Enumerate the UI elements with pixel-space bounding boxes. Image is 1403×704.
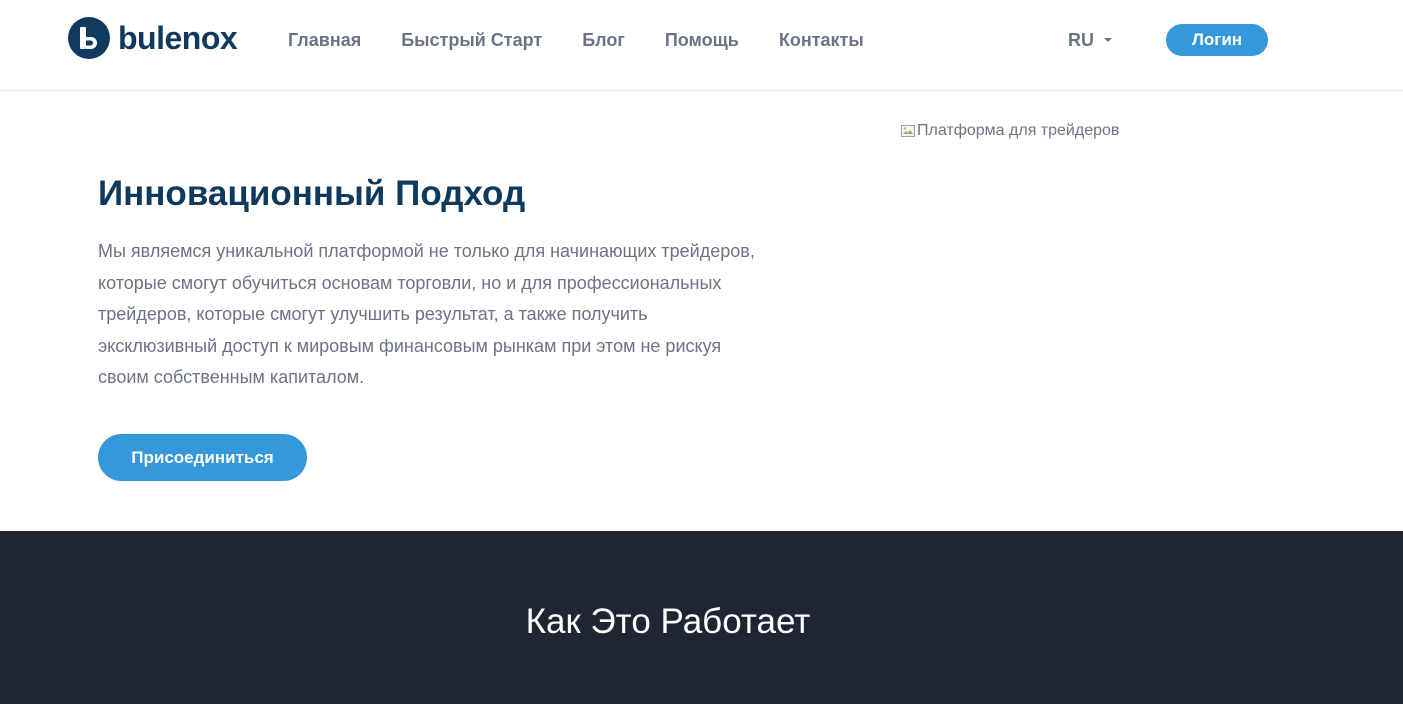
how-it-works-title: Как Это Работает [525,602,811,641]
broken-image-icon [901,125,915,137]
hero-title: Инновационный Подход [98,174,526,213]
join-button[interactable]: Присоединиться [98,434,307,481]
nav-item-home[interactable]: Главная [288,29,361,51]
nav-item-help[interactable]: Помощь [665,29,739,51]
how-it-works-section: Как Это Работает [0,531,1403,704]
language-selector[interactable]: RU [1068,29,1112,51]
nav-item-contacts[interactable]: Контакты [779,29,864,51]
nav-item-blog[interactable]: Блог [582,29,625,51]
main-nav: Главная Быстрый Старт Блог Помощь Контак… [288,29,904,51]
platform-image: Платформа для трейдеров [900,122,1119,140]
language-label: RU [1068,30,1094,50]
platform-image-alt: Платформа для трейдеров [917,122,1120,139]
hero-description: Мы являемся уникальной платформой не тол… [98,241,755,388]
caret-down-icon [1104,38,1112,42]
site-header: bulenox Главная Быстрый Старт Блог Помощ… [0,0,1403,91]
brand-name: bulenox [118,20,238,56]
nav-item-quick-start[interactable]: Быстрый Старт [401,29,542,51]
brand-logo[interactable]: bulenox [68,17,238,59]
login-button[interactable]: Логин [1166,24,1268,56]
bulenox-logo-icon [68,17,110,59]
